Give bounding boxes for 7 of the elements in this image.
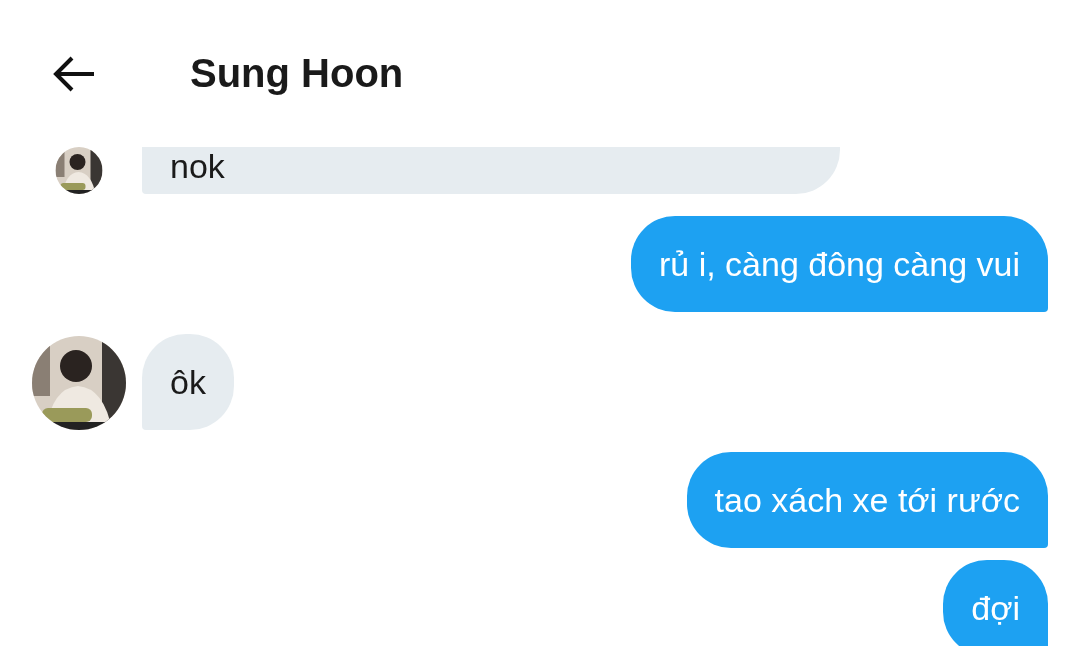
message-bubble: ôk — [142, 334, 234, 430]
contact-name: Sung Hoon — [190, 51, 404, 96]
message-bubble: nok — [142, 147, 840, 194]
message-bubble: đợi — [943, 560, 1048, 646]
back-arrow-icon[interactable] — [52, 55, 96, 92]
message-bubble: rủ i, càng đông càng vui — [630, 216, 1048, 312]
message-bubble: tao xách xe tới rước — [686, 452, 1048, 548]
